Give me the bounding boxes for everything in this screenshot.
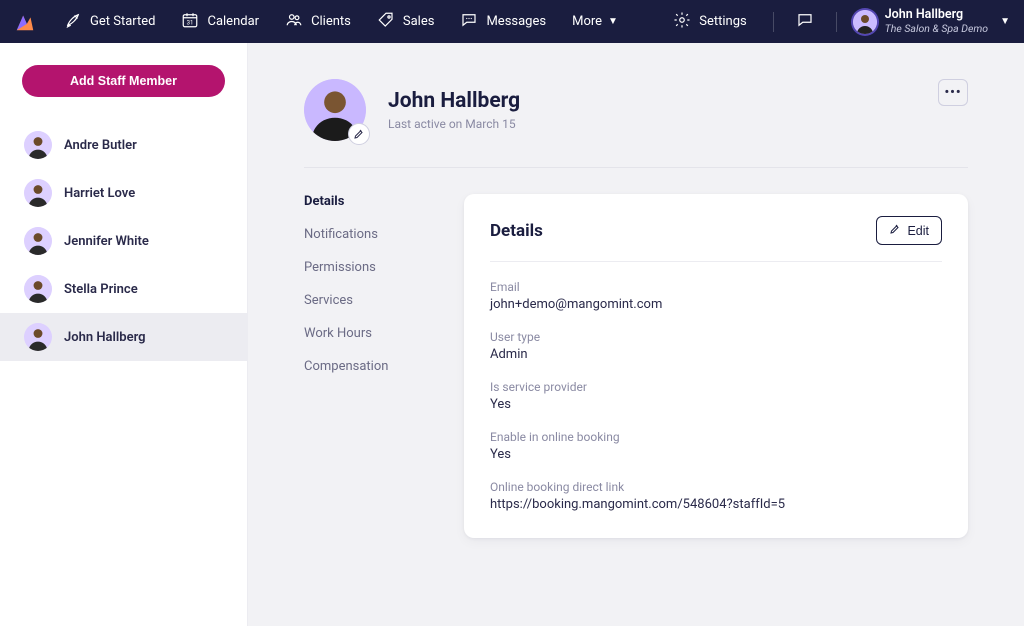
nav-primary: Get Started 31 Calendar Clients Sales Me…	[54, 5, 628, 39]
nav-chat-bubble[interactable]	[790, 5, 820, 39]
field-value: Yes	[490, 447, 942, 462]
field-label: User type	[490, 330, 942, 344]
separator	[836, 12, 837, 32]
avatar	[24, 227, 52, 255]
nav-right: Settings John Hallberg The Salon & Spa D…	[663, 5, 1010, 39]
section-tab[interactable]: Services	[304, 293, 424, 308]
staff-item[interactable]: Harriet Love	[0, 169, 247, 217]
calendar-icon: 31	[181, 11, 199, 33]
nav-label: Get Started	[90, 14, 155, 29]
nav-messages[interactable]: Messages	[450, 5, 556, 39]
clients-icon	[285, 11, 303, 33]
staff-list: Andre Butler Harriet Love Jennifer White…	[0, 121, 247, 361]
section-tab[interactable]: Details	[304, 194, 424, 209]
staff-name: John Hallberg	[64, 330, 146, 345]
nav-clients[interactable]: Clients	[275, 5, 361, 39]
svg-text:31: 31	[187, 19, 194, 26]
profile-last-active: Last active on March 15	[388, 117, 520, 131]
profile-name: John Hallberg	[388, 89, 520, 113]
user-subtitle: The Salon & Spa Demo	[885, 23, 988, 35]
staff-item[interactable]: Jennifer White	[0, 217, 247, 265]
detail-field: Enable in online booking Yes	[490, 430, 942, 462]
nav-label: Sales	[403, 14, 435, 29]
staff-item[interactable]: John Hallberg	[0, 313, 247, 361]
tag-icon	[377, 11, 395, 33]
card-title: Details	[490, 221, 543, 241]
sidebar: Add Staff Member Andre Butler Harriet Lo…	[0, 43, 248, 626]
detail-field: Online booking direct link https://booki…	[490, 480, 942, 512]
staff-name: Harriet Love	[64, 186, 135, 201]
field-value: john+demo@mangomint.com	[490, 297, 942, 312]
chat-icon	[460, 11, 478, 33]
detail-field: User type Admin	[490, 330, 942, 362]
speech-icon	[796, 11, 814, 33]
nav-label: Calendar	[207, 14, 259, 29]
staff-item[interactable]: Stella Prince	[0, 265, 247, 313]
detail-field: Is service provider Yes	[490, 380, 942, 412]
caret-down-icon: ▼	[1000, 16, 1010, 27]
nav-label: Settings	[699, 14, 746, 29]
profile-more-button[interactable]: •••	[938, 79, 968, 106]
staff-name: Jennifer White	[64, 234, 149, 249]
section-tab[interactable]: Work Hours	[304, 326, 424, 341]
avatar	[853, 10, 877, 34]
field-value: Admin	[490, 347, 942, 362]
ellipsis-icon: •••	[944, 85, 961, 100]
nav-label: Clients	[311, 14, 351, 29]
add-staff-button[interactable]: Add Staff Member	[22, 65, 225, 97]
edit-button-label: Edit	[907, 224, 929, 238]
nav-calendar[interactable]: 31 Calendar	[171, 5, 269, 39]
section-tab[interactable]: Permissions	[304, 260, 424, 275]
nav-user-menu[interactable]: John Hallberg The Salon & Spa Demo ▼	[853, 8, 1010, 34]
main-content: John Hallberg Last active on March 15 ••…	[248, 43, 1024, 626]
field-label: Enable in online booking	[490, 430, 942, 444]
rocket-icon	[64, 11, 82, 33]
avatar	[24, 131, 52, 159]
top-navbar: Get Started 31 Calendar Clients Sales Me…	[0, 0, 1024, 43]
edit-button[interactable]: Edit	[876, 216, 942, 245]
caret-down-icon: ▼	[608, 16, 618, 27]
nav-label: More	[572, 14, 602, 29]
app-logo-icon	[14, 11, 36, 33]
section-tab[interactable]: Notifications	[304, 227, 424, 242]
field-label: Is service provider	[490, 380, 942, 394]
gear-icon	[673, 11, 691, 33]
details-card: Details Edit Email john+demo@mangomint.c…	[464, 194, 968, 538]
field-value: Yes	[490, 397, 942, 412]
avatar	[24, 323, 52, 351]
separator	[773, 12, 774, 32]
user-name: John Hallberg	[885, 8, 988, 22]
staff-name: Andre Butler	[64, 138, 137, 153]
section-tab[interactable]: Compensation	[304, 359, 424, 374]
avatar	[24, 275, 52, 303]
field-label: Email	[490, 280, 942, 294]
nav-more[interactable]: More ▼	[562, 8, 628, 35]
field-label: Online booking direct link	[490, 480, 942, 494]
nav-settings[interactable]: Settings	[663, 5, 756, 39]
details-fields: Email john+demo@mangomint.com User type A…	[490, 280, 942, 512]
section-nav: Details Notifications Permissions Services W…	[304, 194, 424, 538]
field-value: https://booking.mangomint.com/548604?sta…	[490, 497, 942, 512]
nav-sales[interactable]: Sales	[367, 5, 445, 39]
nav-label: Messages	[486, 14, 546, 29]
avatar	[24, 179, 52, 207]
staff-name: Stella Prince	[64, 282, 138, 297]
profile-avatar	[304, 79, 366, 141]
nav-get-started[interactable]: Get Started	[54, 5, 165, 39]
staff-item[interactable]: Andre Butler	[0, 121, 247, 169]
profile-header: John Hallberg Last active on March 15 ••…	[304, 79, 968, 168]
edit-avatar-button[interactable]	[348, 123, 370, 145]
pencil-icon	[889, 223, 901, 238]
detail-field: Email john+demo@mangomint.com	[490, 280, 942, 312]
